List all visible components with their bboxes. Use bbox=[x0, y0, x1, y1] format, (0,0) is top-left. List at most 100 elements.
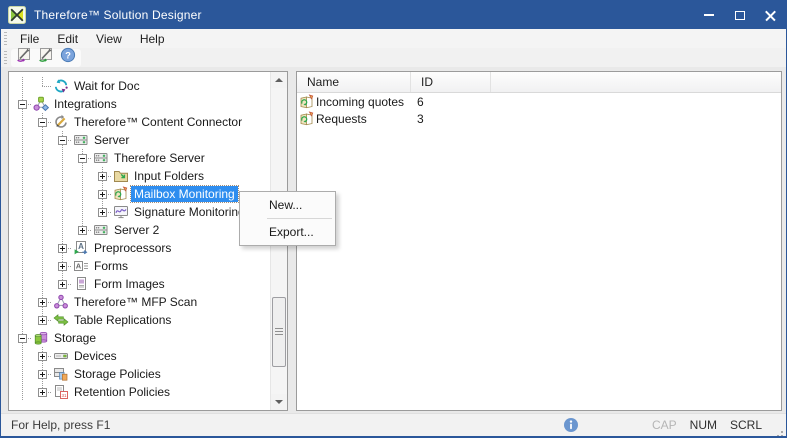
help-button[interactable]: ? bbox=[57, 47, 79, 67]
status-bar: For Help, press F1 CAP NUM SCRL bbox=[1, 413, 786, 436]
expander-plus-icon[interactable] bbox=[38, 370, 47, 379]
toolbar-grip[interactable] bbox=[4, 51, 7, 64]
tree-connector bbox=[73, 221, 93, 239]
tree-connector bbox=[53, 131, 73, 149]
minimize-button[interactable] bbox=[693, 1, 724, 29]
tree-guide bbox=[33, 239, 53, 257]
context-menu: New... Export... bbox=[239, 191, 336, 246]
status-message: For Help, press F1 bbox=[11, 418, 111, 432]
expander-plus-icon[interactable] bbox=[38, 316, 47, 325]
tree-item-mailbox-monitoring[interactable]: Mailbox Monitoring bbox=[9, 185, 270, 203]
tree-connector bbox=[93, 185, 113, 203]
menu-item-view[interactable]: View bbox=[87, 30, 131, 48]
tree-item-input-folders[interactable]: Input Folders bbox=[9, 167, 270, 185]
expander-minus-icon[interactable] bbox=[18, 100, 27, 109]
tree-guide bbox=[13, 185, 33, 203]
context-menu-item-new[interactable]: New... bbox=[240, 194, 335, 216]
svg-text:31: 31 bbox=[61, 393, 67, 398]
server-icon bbox=[73, 132, 90, 148]
list-header: Name ID bbox=[297, 72, 781, 93]
tree-item-table-replications[interactable]: Table Replications bbox=[9, 311, 270, 329]
tree-guide bbox=[33, 131, 53, 149]
expander-minus-icon[interactable] bbox=[38, 118, 47, 127]
maximize-button[interactable] bbox=[724, 1, 755, 29]
tree-item-therefore-server[interactable]: Therefore Server bbox=[9, 149, 270, 167]
retention-policies-icon: 31 bbox=[53, 384, 70, 400]
tree-item-server-2[interactable]: Server 2 bbox=[9, 221, 270, 239]
tree-item-label: Signature Monitoring bbox=[134, 205, 245, 219]
tree-item-label: Forms bbox=[94, 259, 128, 273]
tree-item-signature-monitoring[interactable]: Signature Monitoring bbox=[9, 203, 270, 221]
tree-item-integrations[interactable]: Integrations bbox=[9, 95, 270, 113]
tree-item-label: Storage bbox=[54, 331, 97, 345]
tree-item-preprocessors[interactable]: A Preprocessors bbox=[9, 239, 270, 257]
scrollbar-thumb[interactable] bbox=[272, 297, 286, 367]
export-solution-button[interactable] bbox=[35, 48, 57, 67]
tree-item-devices[interactable]: Devices bbox=[9, 347, 270, 365]
list-item-incoming-quotes[interactable]: Incoming quotes 6 bbox=[297, 93, 781, 110]
keyboard-indicators: CAP NUM SCRL bbox=[652, 418, 762, 432]
expander-plus-icon[interactable] bbox=[98, 208, 107, 217]
thumb-grip-icon bbox=[275, 328, 283, 336]
tree-item-server[interactable]: Server bbox=[9, 131, 270, 149]
tree-item-storage[interactable]: Storage bbox=[9, 329, 270, 347]
menubar-grip[interactable] bbox=[4, 32, 7, 45]
expander-plus-icon[interactable] bbox=[78, 226, 87, 235]
close-button[interactable] bbox=[755, 1, 786, 29]
expander-plus-icon[interactable] bbox=[38, 352, 47, 361]
tree-guide bbox=[13, 167, 33, 185]
resize-grip[interactable] bbox=[781, 431, 783, 433]
column-header-name[interactable]: Name bbox=[297, 72, 411, 92]
tree-guide bbox=[13, 365, 33, 383]
tree-guide bbox=[13, 311, 33, 329]
arrow-up-icon bbox=[275, 78, 283, 82]
solution-import-icon bbox=[16, 47, 32, 68]
expander-minus-icon[interactable] bbox=[58, 136, 67, 145]
tree-guide bbox=[13, 113, 33, 131]
tree-guide bbox=[53, 185, 73, 203]
scroll-up-button[interactable] bbox=[271, 72, 287, 88]
list-item-requests[interactable]: Requests 3 bbox=[297, 110, 781, 127]
expander-minus-icon[interactable] bbox=[78, 154, 87, 163]
tree-item-therefore-mfp-scan[interactable]: Therefore™ MFP Scan bbox=[9, 293, 270, 311]
toolbar: ? bbox=[1, 47, 786, 68]
expander-plus-icon[interactable] bbox=[98, 172, 107, 181]
tree-item-therefore-content-connector[interactable]: Therefore™ Content Connector bbox=[9, 113, 270, 131]
tree-guide bbox=[33, 185, 53, 203]
tree-guide bbox=[53, 149, 73, 167]
tree-connector bbox=[13, 329, 33, 347]
content-connector-icon bbox=[53, 114, 70, 130]
expander-plus-icon[interactable] bbox=[38, 298, 47, 307]
tree-item-retention-policies[interactable]: 31 Retention Policies bbox=[9, 383, 270, 401]
expander-plus-icon[interactable] bbox=[38, 388, 47, 397]
tree-guide bbox=[53, 203, 73, 221]
tree-item-forms[interactable]: A Forms bbox=[9, 257, 270, 275]
app-window: Therefore™ Solution Designer File Edit Vie… bbox=[0, 0, 787, 438]
tree-guide bbox=[33, 167, 53, 185]
tree-item-label: Therefore™ MFP Scan bbox=[74, 295, 198, 309]
tree-guide bbox=[33, 203, 53, 221]
context-menu-item-export[interactable]: Export... bbox=[240, 221, 335, 243]
expander-plus-icon[interactable] bbox=[58, 262, 67, 271]
import-solution-button[interactable] bbox=[13, 47, 35, 68]
expander-plus-icon[interactable] bbox=[58, 280, 67, 289]
column-header-id[interactable]: ID bbox=[411, 72, 491, 92]
menu-item-file[interactable]: File bbox=[11, 30, 48, 48]
menu-item-help[interactable]: Help bbox=[131, 30, 174, 48]
expander-minus-icon[interactable] bbox=[18, 334, 27, 343]
scroll-down-button[interactable] bbox=[271, 394, 287, 410]
tree-item-label: Form Images bbox=[94, 277, 165, 291]
svg-text:?: ? bbox=[65, 50, 71, 61]
expander-plus-icon[interactable] bbox=[98, 190, 107, 199]
tree-item-storage-policies[interactable]: Storage Policies bbox=[9, 365, 270, 383]
tree-connector bbox=[33, 293, 53, 311]
tree-connector bbox=[93, 167, 113, 185]
tree-item-wait-for-doc[interactable]: Wait for Doc bbox=[9, 77, 270, 95]
form-images-icon bbox=[73, 276, 90, 292]
expander-plus-icon[interactable] bbox=[58, 244, 67, 253]
tree-item-form-images[interactable]: Form Images bbox=[9, 275, 270, 293]
svg-text:A: A bbox=[78, 242, 84, 251]
info-icon[interactable] bbox=[563, 417, 579, 433]
menu-item-edit[interactable]: Edit bbox=[48, 30, 87, 48]
tree-guide bbox=[73, 185, 93, 203]
